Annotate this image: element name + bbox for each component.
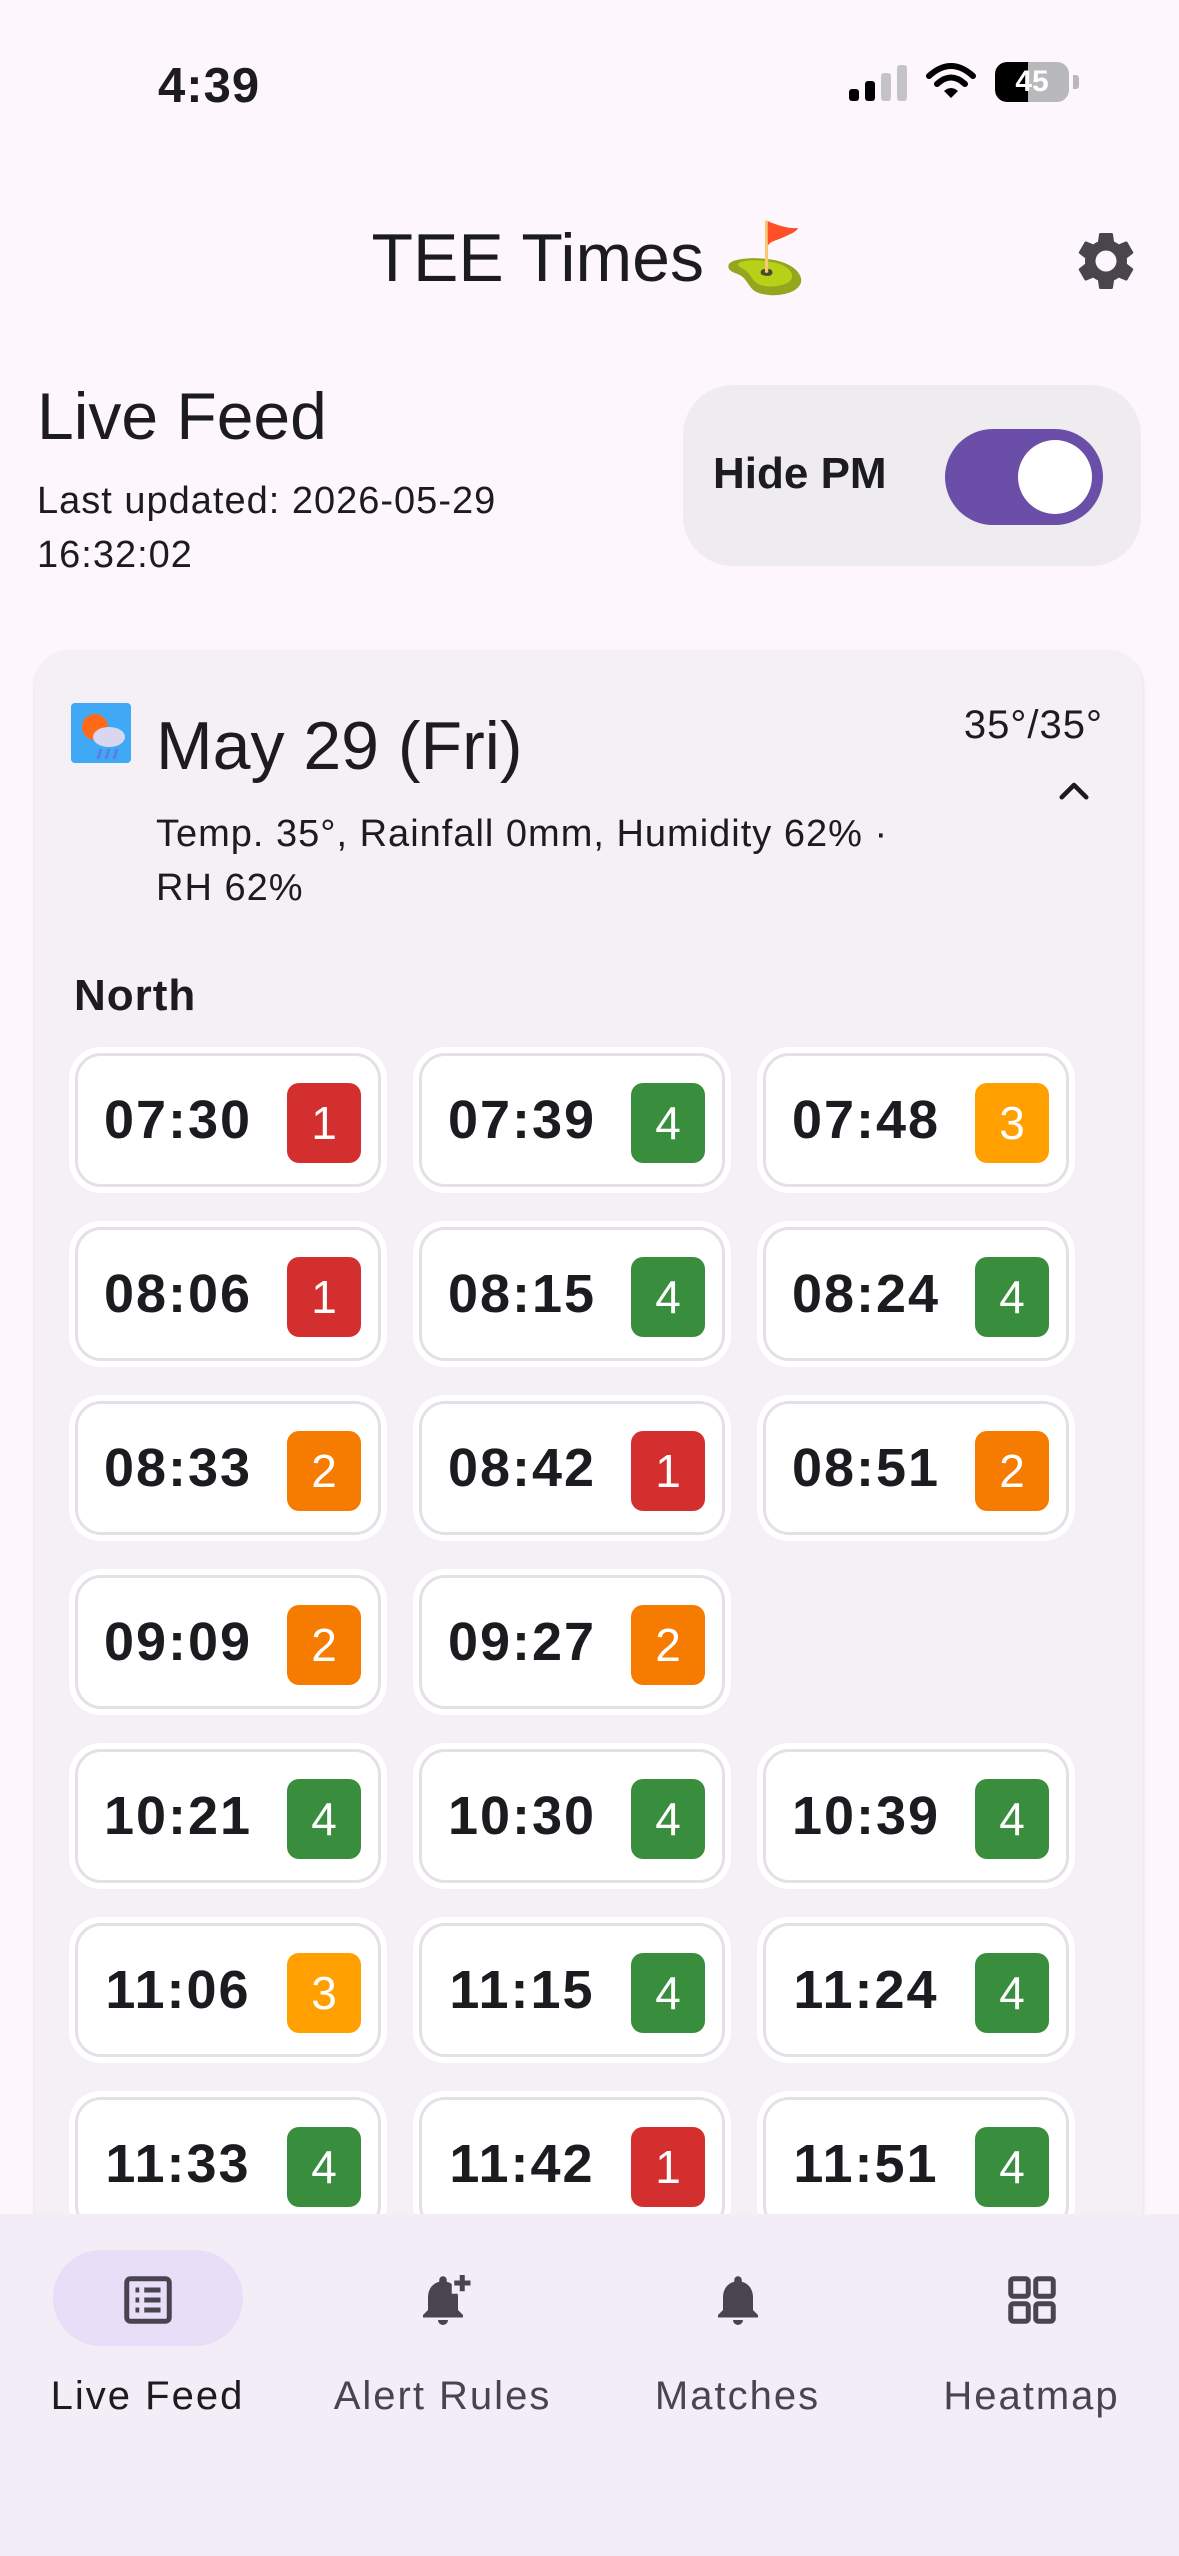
tee-time: 10:39 — [791, 1786, 941, 1846]
player-count-badge: 4 — [631, 1083, 705, 1163]
tee-time-chip[interactable]: 11:24 4 — [763, 1923, 1069, 2057]
player-count-badge: 4 — [631, 1257, 705, 1337]
hide-pm-panel: Hide PM — [683, 385, 1141, 566]
nav-label: Live Feed — [50, 2374, 245, 2418]
tee-time: 08:33 — [103, 1438, 253, 1498]
nav-label: Alert Rules — [333, 2374, 552, 2418]
last-updated-text: Last updated: 2026-05-29 16:32:02 — [37, 480, 497, 576]
sun-rain-weather-icon — [71, 703, 131, 763]
player-count-badge: 3 — [287, 1953, 361, 2033]
nav-label: Matches — [654, 2374, 821, 2418]
tee-time-chip[interactable]: 09:27 2 — [419, 1575, 725, 1709]
tee-time-chip[interactable]: 08:15 4 — [419, 1227, 725, 1361]
bottom-navigation: Live Feed Alert Rules Matches Heatmap — [0, 2214, 1179, 2556]
tee-time: 07:48 — [791, 1090, 941, 1150]
player-count-badge: 4 — [287, 1779, 361, 1859]
tee-time: 11:06 — [105, 1960, 251, 2020]
tee-time-chip[interactable]: 09:09 2 — [75, 1575, 381, 1709]
tee-time: 08:42 — [447, 1438, 597, 1498]
tee-time-chip[interactable]: 07:39 4 — [419, 1053, 725, 1187]
tee-time: 11:33 — [105, 2134, 251, 2194]
player-count-badge: 4 — [975, 2127, 1049, 2207]
settings-gear-icon[interactable] — [1071, 226, 1141, 296]
hide-pm-label: Hide PM — [713, 449, 887, 498]
tee-time: 08:06 — [103, 1264, 253, 1324]
nav-matches[interactable]: Matches — [590, 2250, 885, 2418]
player-count-badge: 1 — [631, 2127, 705, 2207]
chevron-up-icon[interactable] — [1053, 771, 1095, 813]
tee-time-chip[interactable]: 11:06 3 — [75, 1923, 381, 2057]
tee-time: 10:21 — [103, 1786, 253, 1846]
tee-time-chip[interactable]: 10:30 4 — [419, 1749, 725, 1883]
tee-time: 08:51 — [791, 1438, 941, 1498]
bell-icon — [717, 2276, 758, 2325]
battery-icon: 45 — [995, 62, 1079, 102]
tee-time-chip[interactable]: 11:42 1 — [419, 2097, 725, 2231]
nav-heatmap[interactable]: Heatmap — [884, 2250, 1179, 2418]
tee-time-chip[interactable]: 07:30 1 — [75, 1053, 381, 1187]
tee-time: 10:30 — [447, 1786, 597, 1846]
status-icons: 45 — [849, 62, 1079, 102]
tee-time: 08:15 — [447, 1264, 597, 1324]
app-title: TEE Times ⛳ — [371, 220, 808, 296]
tee-time-chip[interactable]: 10:21 4 — [75, 1749, 381, 1883]
tee-time-chip[interactable]: 08:33 2 — [75, 1401, 381, 1535]
player-count-badge: 2 — [975, 1431, 1049, 1511]
nav-alert-rules[interactable]: Alert Rules — [295, 2250, 590, 2418]
player-count-badge: 1 — [287, 1083, 361, 1163]
player-count-badge: 1 — [287, 1257, 361, 1337]
toggle-knob — [1018, 440, 1092, 514]
tee-time: 09:09 — [103, 1612, 253, 1672]
tee-time: 07:30 — [103, 1090, 253, 1150]
player-count-badge: 4 — [975, 1779, 1049, 1859]
bell-plus-icon — [422, 2272, 473, 2325]
list-icon — [123, 2276, 172, 2324]
signal-icon — [849, 63, 907, 101]
tee-time-chip[interactable]: 11:15 4 — [419, 1923, 725, 2057]
grid-icon — [1007, 2276, 1056, 2324]
tee-time-chip[interactable]: 11:51 4 — [763, 2097, 1069, 2231]
tee-time-chip[interactable]: 11:33 4 — [75, 2097, 381, 2231]
battery-level: 45 — [1015, 65, 1049, 98]
tee-time: 11:51 — [793, 2134, 939, 2194]
player-count-badge: 2 — [287, 1605, 361, 1685]
tee-time: 11:15 — [449, 1960, 595, 2020]
temp-range: 35°/35° — [963, 703, 1103, 747]
day-title: May 29 (Fri) — [156, 708, 523, 784]
player-count-badge: 4 — [975, 1953, 1049, 2033]
player-count-badge: 3 — [975, 1083, 1049, 1163]
player-count-badge: 4 — [631, 1953, 705, 2033]
day-card: May 29 (Fri) 35°/35° Temp. 35°, Rainfall… — [35, 651, 1143, 2351]
tee-time: 11:24 — [793, 1960, 939, 2020]
weather-detail: Temp. 35°, Rainfall 0mm, Humidity 62% · … — [156, 813, 889, 909]
player-count-badge: 2 — [631, 1605, 705, 1685]
player-count-badge: 4 — [631, 1779, 705, 1859]
nav-label: Heatmap — [943, 2374, 1120, 2418]
player-count-badge: 4 — [975, 1257, 1049, 1337]
tee-time-chip[interactable]: 08:42 1 — [419, 1401, 725, 1535]
player-count-badge: 2 — [287, 1431, 361, 1511]
tee-time-chip[interactable]: 10:39 4 — [763, 1749, 1069, 1883]
hide-pm-toggle[interactable] — [945, 429, 1103, 525]
tee-time: 11:42 — [449, 2134, 595, 2194]
tee-time: 07:39 — [447, 1090, 597, 1150]
player-count-badge: 1 — [631, 1431, 705, 1511]
wifi-icon — [926, 63, 976, 98]
player-count-badge: 4 — [287, 2127, 361, 2207]
course-section-label: North — [74, 971, 197, 1020]
status-time: 4:39 — [158, 59, 261, 113]
tee-time: 08:24 — [791, 1264, 941, 1324]
tee-time: 09:27 — [447, 1612, 597, 1672]
tee-time-chip[interactable]: 07:48 3 — [763, 1053, 1069, 1187]
tee-time-chip[interactable]: 08:24 4 — [763, 1227, 1069, 1361]
tee-time-chip[interactable]: 08:06 1 — [75, 1227, 381, 1361]
page-title: Live Feed — [37, 379, 327, 453]
nav-live-feed[interactable]: Live Feed — [0, 2250, 295, 2418]
tee-time-chip[interactable]: 08:51 2 — [763, 1401, 1069, 1535]
